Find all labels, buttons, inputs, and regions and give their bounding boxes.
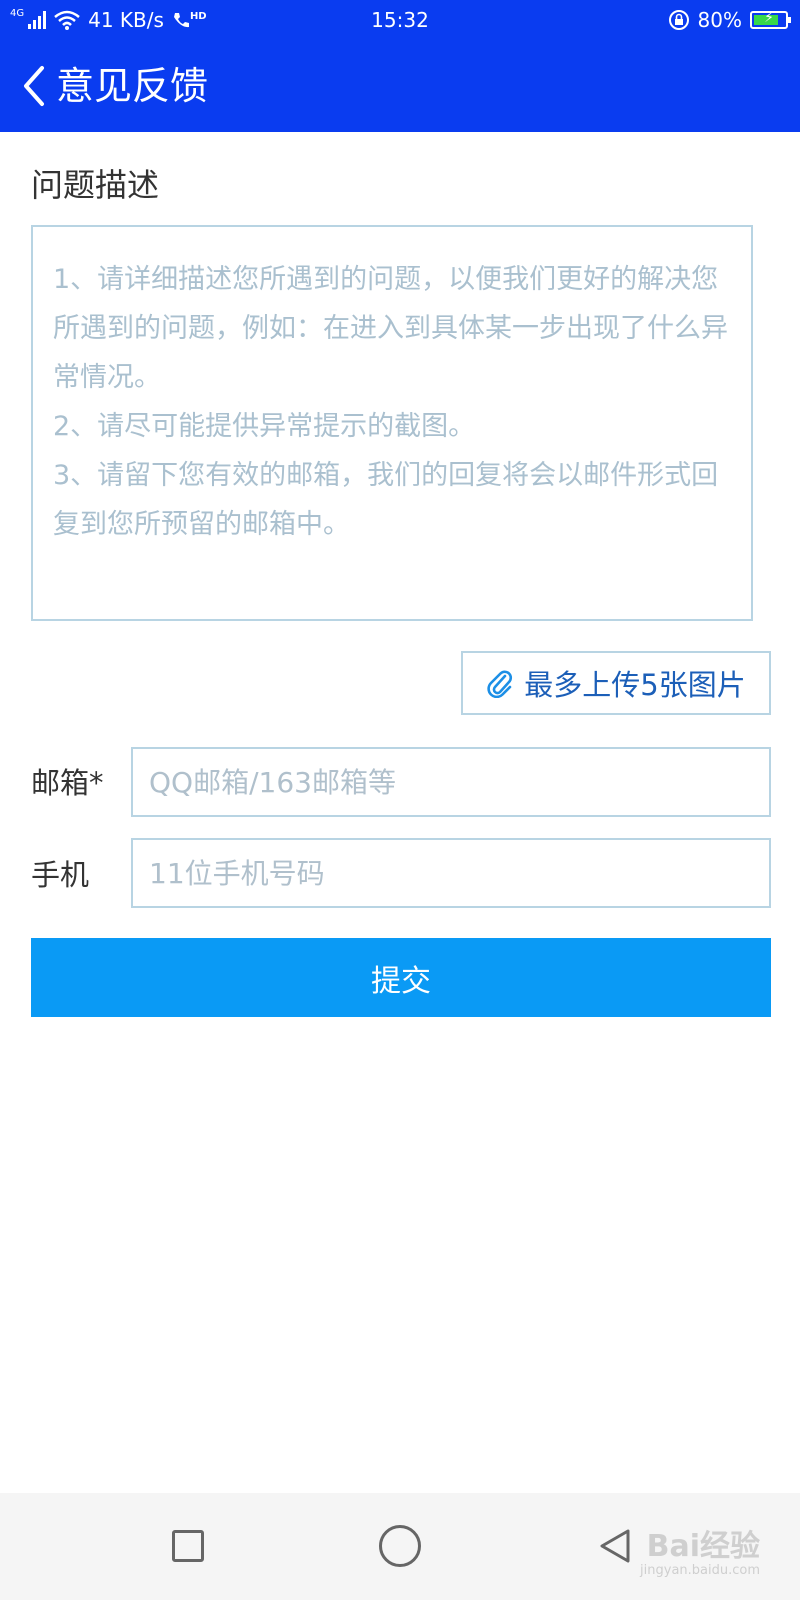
- home-button[interactable]: [379, 1525, 421, 1567]
- battery-icon: ⚡: [750, 10, 791, 29]
- back-button[interactable]: [18, 62, 58, 110]
- app-bar: 意见反馈: [0, 40, 800, 132]
- upload-label: 最多上传5张图片: [524, 668, 746, 702]
- phone-field-wrapper: [131, 838, 771, 908]
- placeholder-line: 1、请详细描述您所遇到的问题，以便我们更好的解决您所遇到的问题，例如：在进入到具…: [53, 264, 728, 393]
- rotation-lock-icon: [668, 10, 689, 30]
- email-label: 邮箱*: [31, 766, 104, 800]
- battery-percent: 80%: [697, 8, 742, 32]
- submit-button[interactable]: 提交: [31, 938, 771, 1017]
- upload-images-button[interactable]: 最多上传5张图片: [461, 651, 771, 715]
- watermark-url: jingyan.baidu.com: [640, 1563, 760, 1578]
- chevron-left-icon: [24, 66, 44, 106]
- problem-section-title: 问题描述: [31, 166, 160, 204]
- watermark-logo: Bai经验: [646, 1529, 760, 1564]
- status-bar: 4G 41 KB/s HD 15:32 80% ⚡: [0, 0, 800, 40]
- paperclip-icon: [487, 670, 513, 698]
- page-title: 意见反馈: [56, 64, 209, 108]
- recent-apps-button[interactable]: [172, 1530, 204, 1562]
- problem-description-textarea[interactable]: 1、请详细描述您所遇到的问题，以便我们更好的解决您所遇到的问题，例如：在进入到具…: [31, 225, 753, 621]
- placeholder-line: 3、请留下您有效的邮箱，我们的回复将会以邮件形式回复到您所预留的邮箱中。: [53, 460, 719, 540]
- email-field[interactable]: [133, 749, 769, 815]
- phone-label: 手机: [31, 858, 90, 892]
- email-field-wrapper: [131, 747, 771, 817]
- triangle-back-icon: [600, 1529, 630, 1563]
- nav-back-button[interactable]: [596, 1526, 636, 1566]
- system-nav-bar: Bai经验 jingyan.baidu.com: [0, 1493, 800, 1600]
- phone-field[interactable]: [133, 840, 769, 906]
- placeholder-line: 2、请尽可能提供异常提示的截图。: [53, 411, 476, 442]
